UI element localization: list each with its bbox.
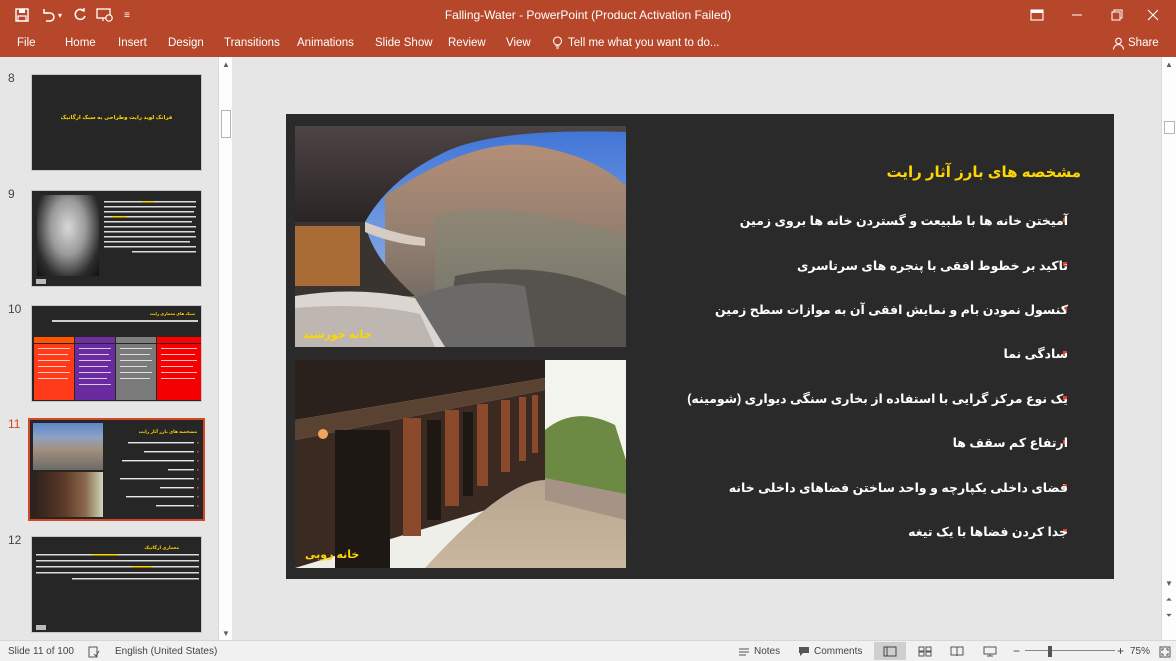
tab-insert[interactable]: Insert bbox=[118, 34, 147, 52]
slide-thumbnail-9[interactable] bbox=[31, 190, 202, 287]
slide-number: 11 bbox=[8, 417, 21, 431]
slide-show-icon bbox=[983, 646, 997, 657]
zoom-level[interactable]: 75% bbox=[1130, 645, 1150, 658]
lightbulb-icon bbox=[552, 36, 563, 50]
bullet-item[interactable]: سادگی نما bbox=[1003, 346, 1068, 361]
tab-slide-show[interactable]: Slide Show bbox=[375, 34, 433, 52]
slide-number: 12 bbox=[8, 533, 22, 547]
reading-view-icon bbox=[950, 646, 964, 657]
scroll-down-icon[interactable]: ▼ bbox=[1163, 577, 1175, 589]
notes-icon bbox=[738, 647, 750, 657]
slide-number: 10 bbox=[8, 302, 22, 316]
bullet-item[interactable]: تاکید بر خطوط افقی با پنجره های سرتاسری bbox=[797, 258, 1068, 273]
person-icon bbox=[1112, 37, 1125, 50]
notes-button[interactable]: Notes bbox=[738, 645, 780, 658]
zoom-slider[interactable] bbox=[1025, 650, 1115, 651]
comments-icon bbox=[798, 646, 810, 657]
tell-me-search[interactable]: Tell me what you want to do... bbox=[552, 34, 720, 52]
slide-title[interactable]: مشخصه های بارز آثار رایت bbox=[886, 163, 1081, 181]
tab-animations[interactable]: Animations bbox=[297, 34, 354, 52]
tell-me-text: Tell me what you want to do... bbox=[568, 37, 720, 49]
bullet-item[interactable]: آمیختن خانه ها با طبیعت و گستردن خانه ها… bbox=[740, 213, 1068, 228]
current-slide[interactable]: خانه خورشید خانه روبی مشخصه های بارز آثا… bbox=[286, 114, 1114, 579]
status-bar: Slide 11 of 100 English (United States) … bbox=[0, 640, 1176, 661]
bullet-item[interactable]: فضای داخلی یکپارچه و واحد ساختن فضاهای د… bbox=[729, 480, 1068, 495]
bullet-item[interactable]: یک نوع مرکز گرایی با استفاده از بخاری سن… bbox=[687, 391, 1068, 406]
scroll-down-icon[interactable]: ▼ bbox=[220, 627, 232, 639]
normal-view-button[interactable] bbox=[874, 642, 906, 660]
table-image bbox=[34, 320, 201, 400]
zoom-slider-thumb[interactable] bbox=[1048, 646, 1052, 657]
thumbnail-footer-box bbox=[36, 625, 46, 630]
slide-sorter-icon bbox=[918, 646, 932, 657]
text-lines bbox=[104, 201, 196, 253]
slide-number: 9 bbox=[8, 187, 15, 201]
thumbnail-bullet-lines bbox=[120, 442, 199, 507]
tab-review[interactable]: Review bbox=[448, 34, 486, 52]
portrait-image bbox=[37, 195, 99, 276]
share-button[interactable]: Share bbox=[1112, 34, 1159, 52]
scroll-up-icon[interactable]: ▲ bbox=[220, 58, 232, 70]
text-lines bbox=[36, 554, 199, 580]
title-bar: ▾ ≡ Falling-Water - PowerPoint (Product … bbox=[0, 0, 1176, 30]
tab-file[interactable]: File bbox=[17, 34, 36, 52]
tab-view[interactable]: View bbox=[506, 34, 531, 52]
slide-sorter-view-button[interactable] bbox=[918, 645, 932, 658]
zoom-in-button[interactable]: + bbox=[1117, 645, 1124, 658]
robie-house-image bbox=[295, 360, 626, 568]
scrollbar-thumb[interactable] bbox=[221, 110, 231, 138]
thumbnail-title: مشخصه های بارز آثار رایت bbox=[138, 429, 197, 434]
thumbnail-footer-box bbox=[36, 279, 46, 284]
slide-thumbnail-12[interactable]: معماری ارگانیک bbox=[31, 536, 202, 633]
bullet-item[interactable]: جدا کردن فضاها با یک تیغه bbox=[908, 524, 1068, 539]
normal-view-icon bbox=[883, 646, 897, 657]
bullet-item[interactable]: ارتفاع کم سقف ها bbox=[953, 435, 1068, 450]
next-slide-icon[interactable]: ⏷ bbox=[1163, 610, 1175, 622]
thumbnail-photo-top bbox=[33, 423, 103, 470]
window-title: Falling-Water - PowerPoint (Product Acti… bbox=[444, 8, 732, 22]
notes-label: Notes bbox=[754, 646, 781, 657]
share-label: Share bbox=[1128, 37, 1159, 49]
spelling-check-icon[interactable] bbox=[88, 645, 100, 658]
tab-design[interactable]: Design bbox=[168, 34, 204, 52]
photo-sun-house: خانه خورشید bbox=[295, 126, 626, 347]
slide-counter[interactable]: Slide 11 of 100 bbox=[8, 645, 74, 658]
ribbon: File Home Insert Design Transitions Anim… bbox=[0, 30, 1176, 57]
comments-label: Comments bbox=[814, 646, 863, 657]
slide-thumbnail-8[interactable]: فرانک لوید رایت وطراحی به سبک ارگانیک bbox=[31, 74, 202, 171]
language-indicator[interactable]: English (United States) bbox=[115, 645, 217, 658]
tab-home[interactable]: Home bbox=[65, 34, 96, 52]
slide-show-view-button[interactable] bbox=[983, 645, 997, 658]
tab-transitions[interactable]: Transitions bbox=[224, 34, 280, 52]
photo-robie-house: خانه روبی bbox=[295, 360, 626, 568]
previous-slide-icon[interactable]: ⏶ bbox=[1163, 594, 1175, 606]
thumbnail-photo-bottom bbox=[33, 472, 103, 517]
sun-house-image bbox=[295, 126, 626, 347]
scroll-up-icon[interactable]: ▲ bbox=[1163, 58, 1175, 70]
slide-number: 8 bbox=[8, 71, 15, 85]
reading-view-button[interactable] bbox=[950, 645, 964, 658]
comments-button[interactable]: Comments bbox=[798, 645, 862, 658]
slide-thumbnail-11[interactable]: مشخصه های بارز آثار رایت bbox=[28, 418, 205, 521]
zoom-out-button[interactable]: − bbox=[1013, 645, 1020, 658]
fit-slide-icon[interactable] bbox=[1159, 645, 1171, 658]
editor-scrollbar[interactable]: ▲ ▼ ⏶ ⏷ bbox=[1161, 57, 1176, 640]
thumbnail-title: معماری ارگانیک bbox=[144, 545, 179, 550]
thumbnail-title: فرانک لوید رایت وطراحی به سبک ارگانیک bbox=[60, 115, 173, 121]
photo-caption-sun-house: خانه خورشید bbox=[303, 329, 372, 341]
close-icon[interactable] bbox=[1130, 0, 1176, 30]
bullet-item[interactable]: کنسول نمودن بام و نمایش افقی آن به موازا… bbox=[715, 302, 1068, 317]
slide-thumbnail-10[interactable]: سبک های معماری رایت bbox=[31, 305, 202, 402]
photo-caption-robie-house: خانه روبی bbox=[305, 549, 360, 561]
scrollbar-thumb[interactable] bbox=[1164, 121, 1175, 134]
thumbnail-scrollbar[interactable]: ▲ ▼ bbox=[218, 57, 232, 640]
slide-thumbnail-pane: 8 فرانک لوید رایت وطراحی به سبک ارگانیک … bbox=[0, 57, 236, 640]
